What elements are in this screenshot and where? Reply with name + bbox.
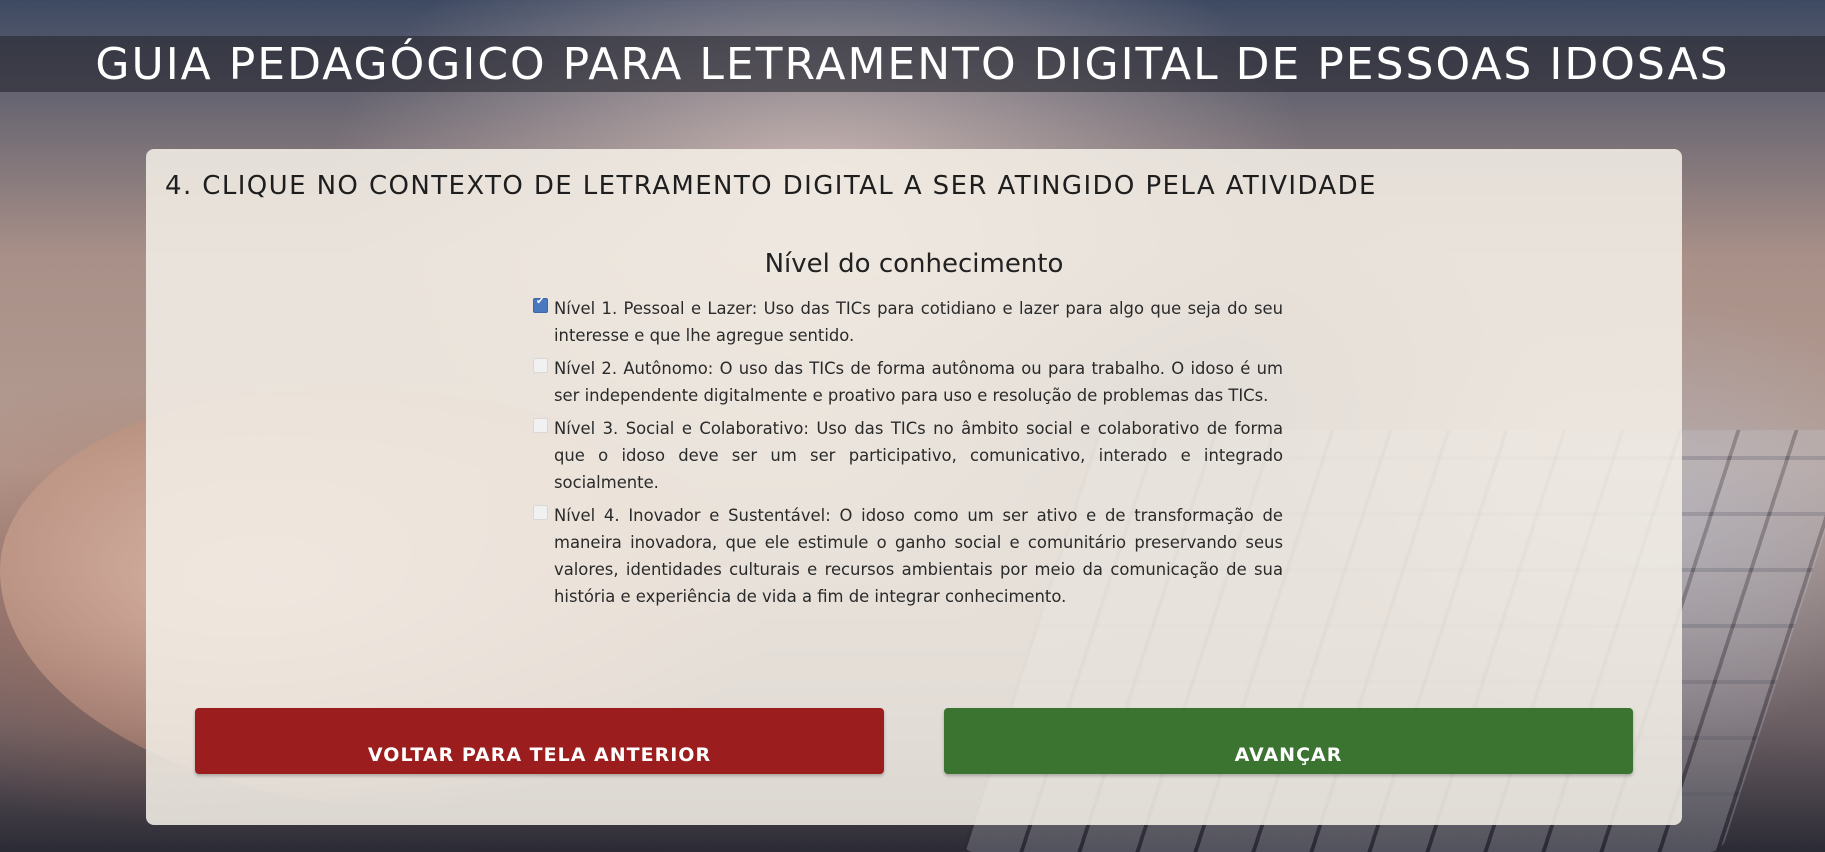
option-label[interactable]: Nível 4. Inovador e Sustentável: O idoso… xyxy=(554,502,1283,610)
page-title: GUIA PEDAGÓGICO PARA LETRAMENTO DIGITAL … xyxy=(95,38,1730,90)
next-button[interactable]: AVANÇAR xyxy=(944,708,1633,774)
header-band: GUIA PEDAGÓGICO PARA LETRAMENTO DIGITAL … xyxy=(0,36,1825,92)
checkbox-level-1[interactable] xyxy=(533,296,548,313)
back-button[interactable]: VOLTAR PARA TELA ANTERIOR xyxy=(195,708,884,774)
option-label[interactable]: Nível 3. Social e Colaborativo: Uso das … xyxy=(554,415,1283,496)
option-level-1: Nível 1. Pessoal e Lazer: Uso das TICs p… xyxy=(533,295,1283,349)
checkbox-level-3[interactable] xyxy=(533,418,548,433)
checkbox-level-4[interactable] xyxy=(533,505,548,520)
option-level-4: Nível 4. Inovador e Sustentável: O idoso… xyxy=(533,502,1283,610)
option-label[interactable]: Nível 1. Pessoal e Lazer: Uso das TICs p… xyxy=(554,295,1283,349)
options-list: Nível 1. Pessoal e Lazer: Uso das TICs p… xyxy=(533,295,1283,616)
section-title: Nível do conhecimento xyxy=(764,249,1064,279)
checkbox-level-2[interactable] xyxy=(533,358,548,373)
option-level-3: Nível 3. Social e Colaborativo: Uso das … xyxy=(533,415,1283,496)
option-level-2: Nível 2. Autônomo: O uso das TICs de for… xyxy=(533,355,1283,409)
step-heading: 4. CLIQUE NO CONTEXTO DE LETRAMENTO DIGI… xyxy=(165,171,1377,201)
question-panel: 4. CLIQUE NO CONTEXTO DE LETRAMENTO DIGI… xyxy=(146,149,1682,825)
option-label[interactable]: Nível 2. Autônomo: O uso das TICs de for… xyxy=(554,355,1283,409)
